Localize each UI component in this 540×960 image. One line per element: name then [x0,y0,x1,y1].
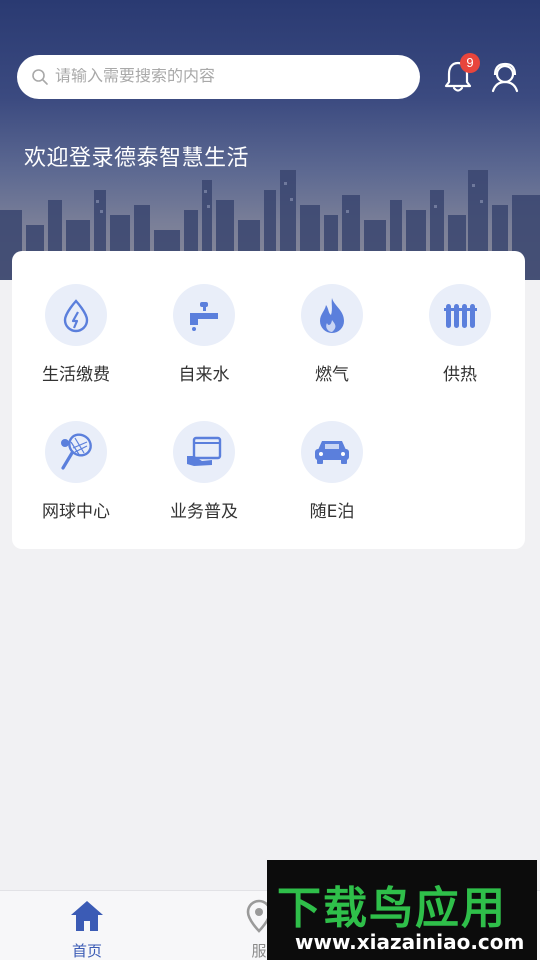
service-label: 业务普及 [170,502,238,522]
tennis-racket-icon [61,433,92,470]
tab-label: 首页 [71,942,102,960]
service-gas[interactable]: 燃气 [268,284,396,404]
search-input[interactable] [55,68,395,86]
service-label: 生活缴费 [42,365,110,385]
watermark-title: 下载鸟应用 [277,883,507,934]
service-label: 自来水 [178,365,230,385]
service-label: 燃气 [315,365,349,385]
notification-badge: 9 [460,53,480,73]
tab-home[interactable]: 首页 [42,891,132,960]
radiator-icon [444,304,477,328]
service-parking[interactable]: 随E泊 [268,421,396,541]
home-icon [71,901,103,931]
water-tap-icon [190,302,218,331]
service-tennis-center[interactable]: 网球中心 [12,421,140,541]
services-card: 生活缴费 自来水 燃气 供热 网球中心 业务普及 随E泊 [12,251,525,549]
watermark-url: www.xiazainiao.com [295,930,525,954]
service-heating[interactable]: 供热 [396,284,524,404]
service-label: 随E泊 [309,502,355,522]
parking-car-icon [315,441,349,464]
service-water[interactable]: 自来水 [140,284,268,404]
business-guide-icon [187,436,222,466]
gas-flame-icon [320,298,344,333]
service-label: 供热 [443,365,477,385]
service-utility-payment[interactable]: 生活缴费 [12,284,140,404]
search-bar[interactable] [17,55,420,99]
utility-payment-icon [63,299,89,333]
search-icon [32,69,48,85]
service-business-guide[interactable]: 业务普及 [140,421,268,541]
customer-service-icon[interactable] [488,60,522,94]
service-label: 网球中心 [42,502,110,522]
watermark-overlay: 下载鸟应用 www.xiazainiao.com [267,860,537,960]
welcome-text: 欢迎登录德泰智慧生活 [24,146,250,171]
